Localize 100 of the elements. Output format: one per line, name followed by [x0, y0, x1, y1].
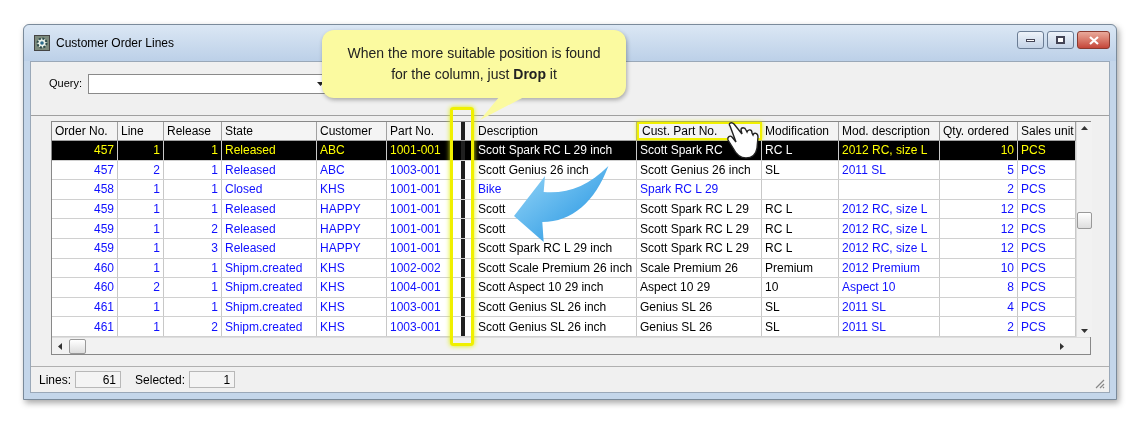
vertical-scrollbar[interactable] — [1076, 122, 1092, 337]
horizontal-scrollbar[interactable] — [52, 337, 1090, 354]
column-header[interactable]: Customer — [317, 122, 387, 140]
table-cell: 1003-001 — [387, 317, 451, 336]
table-cell: 5 — [940, 160, 1018, 180]
table-cell: 1 — [164, 258, 222, 278]
maximize-button[interactable] — [1047, 31, 1074, 49]
table-cell: Released — [222, 199, 317, 219]
table-cell: KHS — [317, 278, 387, 297]
scroll-thumb[interactable] — [1077, 212, 1092, 229]
resize-grip-icon[interactable] — [1094, 378, 1105, 389]
column-header[interactable]: Line — [118, 122, 164, 140]
table-row[interactable]: 461 1 2 Shipm.created KHS 1003-001 Scott Genius SL 26 inch Genius SL 26 SL 2011 SL 2 PCS — [52, 317, 1076, 337]
table-cell: 1 — [118, 297, 164, 317]
column-header[interactable]: Mod. description — [839, 122, 940, 140]
scroll-right-icon[interactable] — [1060, 342, 1064, 350]
dropdown-arrow-icon — [316, 81, 324, 86]
table-cell: RC L — [762, 238, 839, 258]
table-row[interactable]: 460 2 1 Shipm.created KHS 1004-001 Scott Aspect 10 29 inch Aspect 10 29 10 Aspect 10 8 PCS — [52, 278, 1076, 298]
table-cell: 2 — [940, 180, 1018, 199]
column-header[interactable]: Part No. — [387, 122, 451, 140]
table-cell: Scale Premium 26 — [637, 258, 762, 278]
table-row[interactable]: 457 1 1 Released ABC 1001-001 Scott Spark RC L 29 inch Scott Spark RC RC L 2012 RC, size L 10 PCS — [52, 141, 1076, 161]
table-cell: Released — [222, 238, 317, 258]
column-header[interactable]: Description — [475, 122, 637, 140]
scroll-thumb[interactable] — [69, 338, 86, 354]
table-cell: 459 — [52, 219, 118, 238]
table-cell: 2 — [118, 160, 164, 180]
column-header[interactable]: Order No. — [52, 122, 118, 140]
table-cell: Shipm.created — [222, 297, 317, 317]
table-cell: Scott Spark RC L 29 — [637, 199, 762, 219]
table-row[interactable]: 459 1 2 Released HAPPY 1001-001 Scott Scott Spark RC L 29 RC L 2012 RC, size L 12 PCS — [52, 219, 1076, 239]
column-header[interactable]: Modification — [762, 122, 839, 140]
table-cell: 12 — [940, 238, 1018, 258]
table-cell: 1004-001 — [387, 278, 451, 297]
table-cell: 1001-001 — [387, 199, 451, 219]
table-cell: Genius SL 26 — [637, 317, 762, 336]
table-cell: 458 — [52, 180, 118, 199]
table-cell: SL — [762, 160, 839, 180]
close-button[interactable] — [1077, 31, 1110, 49]
table-cell: SL — [762, 297, 839, 317]
close-icon — [1088, 35, 1099, 45]
table-row[interactable]: 458 1 1 Closed KHS 1001-001 Bike Spark RC L 29 2 PCS — [52, 180, 1076, 200]
table-cell: Premium — [762, 258, 839, 278]
table-cell: Aspect 10 — [839, 278, 940, 297]
table-cell: Closed — [222, 180, 317, 199]
table-cell: 1 — [118, 219, 164, 238]
table-cell: KHS — [317, 297, 387, 317]
column-header[interactable]: Release — [164, 122, 222, 140]
query-label: Query: — [49, 76, 82, 92]
table-cell: 460 — [52, 278, 118, 297]
minimize-button[interactable] — [1017, 31, 1044, 49]
table-cell: Scott Spark RC L 29 — [637, 219, 762, 238]
table-cell: 460 — [52, 258, 118, 278]
table-cell: HAPPY — [317, 199, 387, 219]
table-cell: 10 — [940, 141, 1018, 160]
column-header[interactable]: Qty. ordered — [940, 122, 1018, 140]
table-cell: 2012 RC, size L — [839, 199, 940, 219]
table-cell: Genius SL 26 — [637, 297, 762, 317]
table-cell: 2012 RC, size L — [839, 238, 940, 258]
table-cell: 1 — [118, 199, 164, 219]
window-title: Customer Order Lines — [56, 35, 175, 52]
status-value: 1 — [189, 371, 236, 388]
table-cell: 1 — [118, 317, 164, 336]
table-cell: 1 — [118, 141, 164, 160]
table-cell: 1 — [164, 278, 222, 297]
table-cell: 2011 SL — [839, 297, 940, 317]
scroll-down-icon[interactable] — [1081, 329, 1088, 333]
table-cell: 12 — [940, 199, 1018, 219]
table-cell: 2 — [118, 278, 164, 297]
table-cell: Shipm.created — [222, 258, 317, 278]
table-cell: 1003-001 — [387, 297, 451, 317]
column-header[interactable]: State — [222, 122, 317, 140]
scroll-up-icon[interactable] — [1081, 126, 1088, 130]
table-cell: RC L — [762, 219, 839, 238]
table-cell: 3 — [164, 238, 222, 258]
status-value: 61 — [75, 371, 122, 388]
table-cell: RC L — [762, 141, 839, 160]
table-cell: 1001-001 — [387, 238, 451, 258]
table-cell: Scott Genius SL 26 inch — [475, 317, 637, 336]
scroll-left-icon[interactable] — [58, 342, 62, 350]
table-cell: Shipm.created — [222, 278, 317, 297]
table-cell: 459 — [52, 199, 118, 219]
table-cell: Scott Spark RC L 29 inch — [475, 141, 637, 160]
table-cell: 1 — [164, 180, 222, 199]
callout-text: When the more suitable position is found for the column, just Drop it — [346, 44, 602, 84]
table-cell: RC L — [762, 199, 839, 219]
table-cell: 1 — [118, 238, 164, 258]
table-cell: ABC — [317, 160, 387, 180]
status-label: Selected: — [135, 371, 186, 389]
table-cell: 2011 SL — [839, 160, 940, 180]
table-cell: Scott Spark RC L 29 — [637, 238, 762, 258]
table-cell: 2 — [164, 317, 222, 336]
table-cell: Scott Scale Premium 26 inch — [475, 258, 637, 278]
table-cell: 10 — [940, 258, 1018, 278]
table-cell: Released — [222, 160, 317, 180]
table-cell: 1002-002 — [387, 258, 451, 278]
table-cell: Released — [222, 219, 317, 238]
table-cell: 1 — [164, 141, 222, 160]
table-cell: 12 — [940, 219, 1018, 238]
